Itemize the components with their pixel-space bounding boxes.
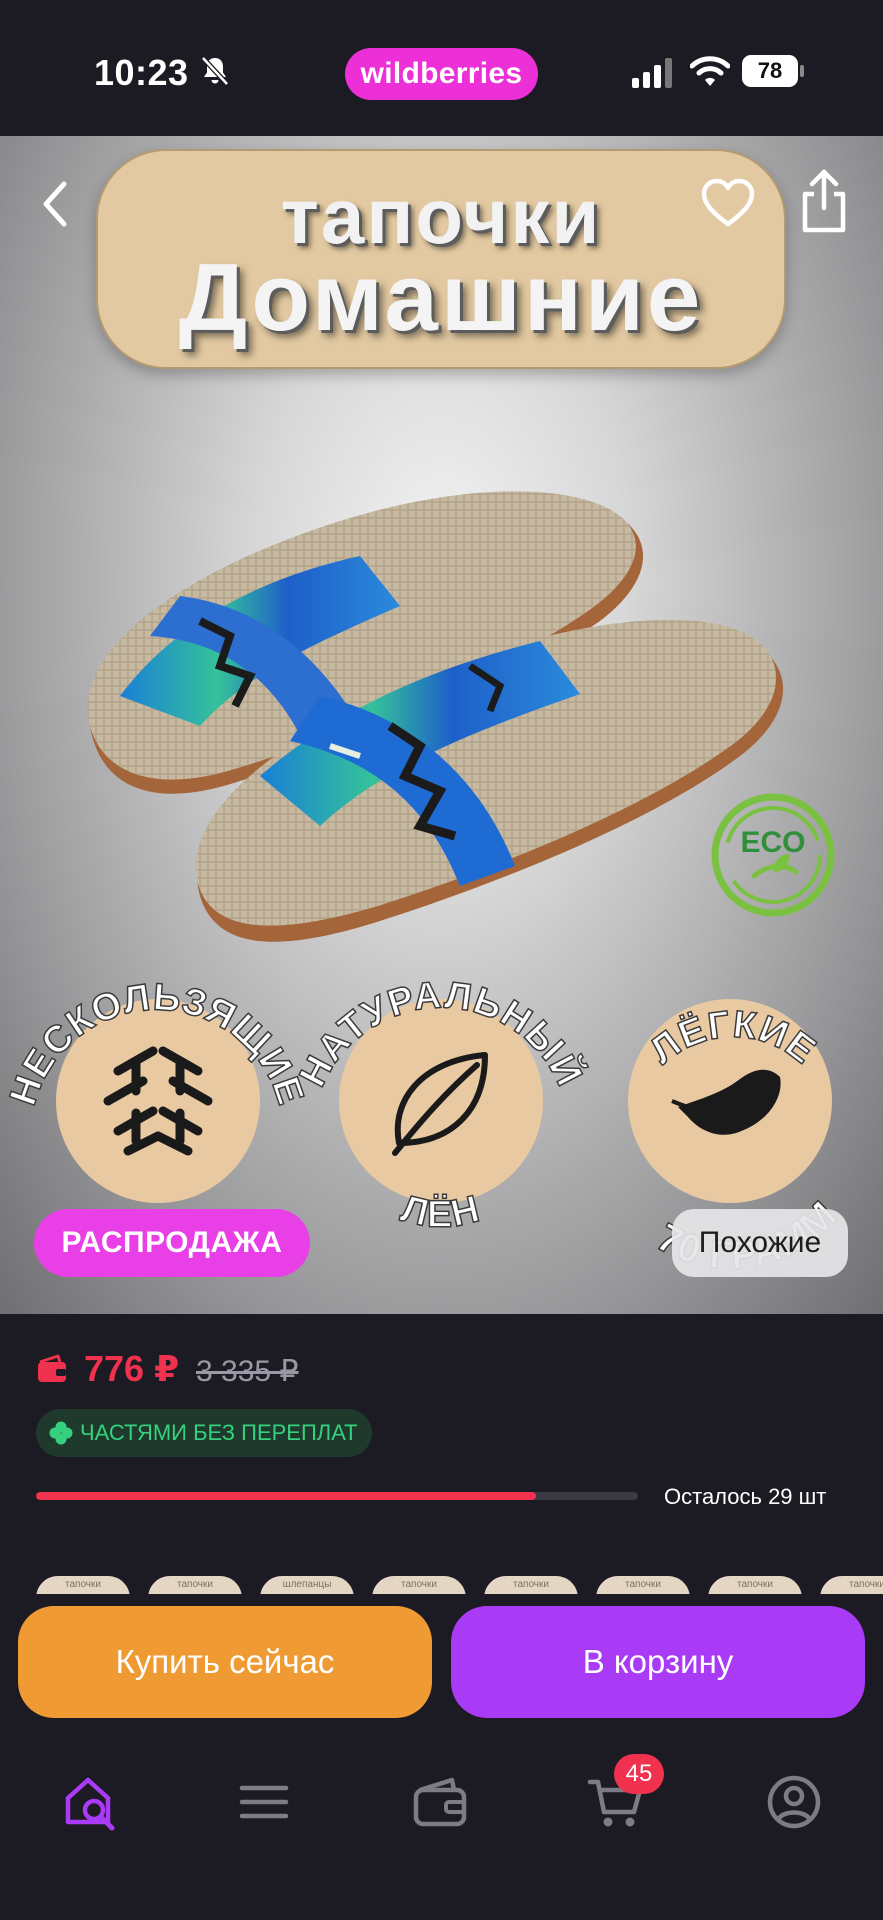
battery-icon: 78 xyxy=(742,55,804,87)
svg-text:ЛЁН: ЛЁН xyxy=(397,1188,485,1236)
action-bar: Купить сейчас В корзину xyxy=(0,1594,883,1734)
clover-icon xyxy=(49,1421,73,1445)
title-banner: тапочки Домашние xyxy=(96,149,786,369)
heart-icon[interactable] xyxy=(700,176,756,232)
buy-now-button[interactable]: Купить сейчас xyxy=(18,1606,432,1718)
price-current: 776 ₽ xyxy=(84,1348,180,1389)
bell-off-icon xyxy=(201,56,229,86)
feature-linen-label-top: НАТУРАЛЬНЫЙ xyxy=(291,974,593,1094)
cart-count-badge: 45 xyxy=(614,1754,664,1794)
menu-icon[interactable] xyxy=(232,1770,296,1834)
wifi-icon xyxy=(690,56,730,86)
signal-icon xyxy=(632,58,672,88)
price-section: 776 ₽ 3 335 ₽ ЧАСТЯМИ БЕЗ ПЕРЕПЛАТ Остал… xyxy=(0,1314,883,1614)
feature-linen-label-bottom: ЛЁН xyxy=(396,1187,484,1236)
feature-linen: НАТУРАЛЬНЫЙ ЛЁН xyxy=(291,956,593,1237)
svg-text:НАТУРАЛЬНЫЙ: НАТУРАЛЬНЫЙ xyxy=(292,974,593,1093)
installment-label: ЧАСТЯМИ БЕЗ ПЕРЕПЛАТ xyxy=(80,1420,358,1445)
eco-label: ECO xyxy=(740,826,805,859)
home-search-icon[interactable] xyxy=(60,1770,124,1834)
wallet-icon xyxy=(38,1354,66,1382)
price-old: 3 335 ₽ xyxy=(196,1355,299,1388)
brand-logo: wildberries xyxy=(345,48,538,100)
stock-progress-bar xyxy=(36,1492,638,1500)
installment-badge[interactable]: ЧАСТЯМИ БЕЗ ПЕРЕПЛАТ xyxy=(36,1409,372,1457)
back-chevron-icon[interactable] xyxy=(36,176,76,232)
profile-icon[interactable] xyxy=(762,1770,826,1834)
stock-progress-fill xyxy=(36,1492,536,1500)
svg-text:НЕСКОЛЬЗЯЩИЕ: НЕСКОЛЬЗЯЩИЕ xyxy=(2,976,311,1110)
status-bar: 10:23 wildberries 78 xyxy=(0,0,883,136)
bottom-tab-bar: 45 xyxy=(0,1734,883,1920)
feature-nonslip-label: НЕСКОЛЬЗЯЩИЕ xyxy=(2,976,312,1112)
product-image[interactable]: тапочки Домашние ECO НЕСКОЛЬЗЯЩИЕ НАТУРА… xyxy=(0,136,883,1314)
status-time: 10:23 xyxy=(94,52,189,93)
share-icon[interactable] xyxy=(798,168,850,234)
battery-level: 78 xyxy=(742,55,798,87)
similar-button[interactable]: Похожие xyxy=(672,1209,848,1277)
eco-badge: ECO xyxy=(711,793,835,917)
feature-light: ЛЁГКИЕ 70 ГРАММ xyxy=(578,956,846,1279)
feature-light-label-top: ЛЁГКИЕ xyxy=(642,1003,824,1073)
product-page: 10:23 wildberries 78 тапочки Домашние EC… xyxy=(0,0,883,1920)
wallet-tab-icon[interactable] xyxy=(408,1770,472,1834)
title-line2: Домашние xyxy=(178,244,704,351)
sale-badge[interactable]: РАСПРОДАЖА xyxy=(34,1209,310,1277)
feature-nonslip: НЕСКОЛЬЗЯЩИЕ xyxy=(2,956,311,1216)
stock-label: Осталось 29 шт xyxy=(664,1484,827,1509)
svg-text:ЛЁГКИЕ: ЛЁГКИЕ xyxy=(642,1004,823,1073)
add-to-cart-button[interactable]: В корзину xyxy=(451,1606,865,1718)
